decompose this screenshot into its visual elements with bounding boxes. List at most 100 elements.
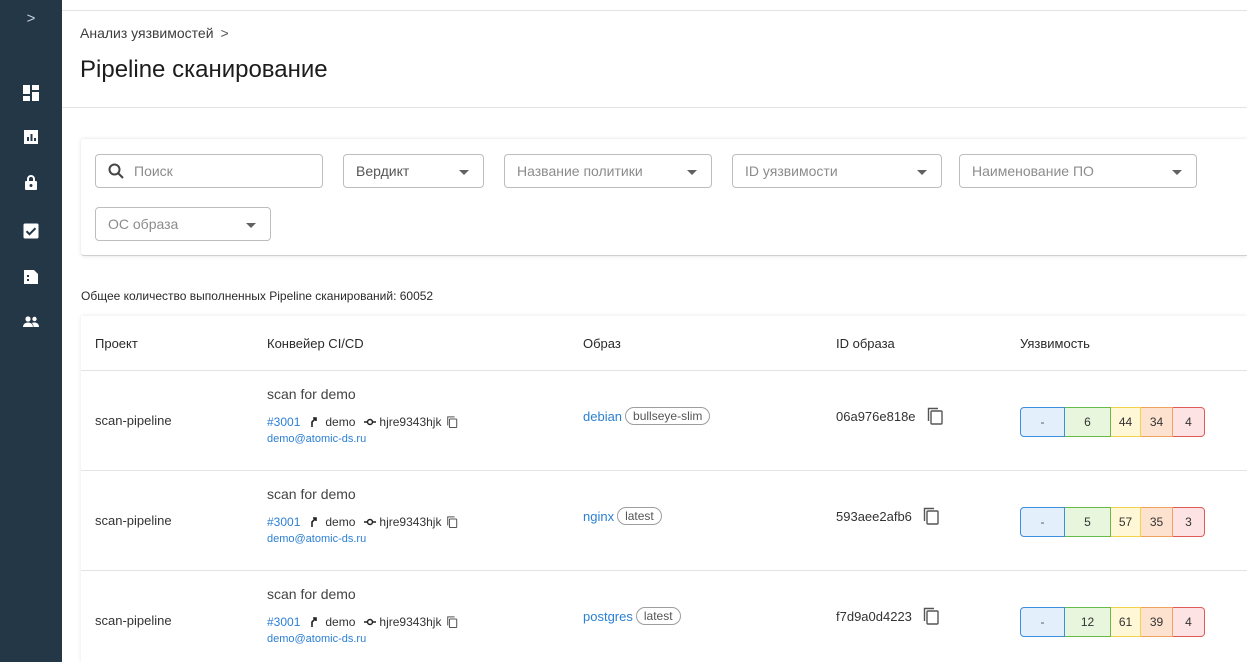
image-link[interactable]: debian	[583, 409, 622, 424]
commit-hash: hjre9343hjk	[379, 515, 442, 529]
image-os-label: ОС образа	[108, 216, 179, 232]
vulnerability-counts: - 5 57 35 3	[1020, 507, 1205, 537]
verdict-select[interactable]: Вердикт	[343, 154, 484, 188]
vuln-high-count: 34	[1141, 407, 1173, 437]
checkbox-icon[interactable]	[22, 222, 40, 240]
vuln-critical-count: 3	[1173, 507, 1205, 537]
image-cell: nginx latest	[583, 507, 662, 525]
total-count: Общее количество выполненных Pipeline ск…	[81, 289, 434, 303]
chevron-down-icon	[459, 170, 469, 175]
pipeline-email[interactable]: demo@atomic-ds.ru	[267, 433, 366, 445]
branch-icon	[311, 417, 318, 427]
image-tag: latest	[617, 507, 662, 525]
image-tag: bullseye-slim	[625, 407, 711, 425]
vuln-info-count: -	[1020, 607, 1065, 637]
pipeline-id-link[interactable]: #3001	[267, 615, 300, 629]
branch-name: demo	[325, 415, 356, 429]
vuln-critical-count: 4	[1173, 407, 1205, 437]
column-header-image[interactable]: Образ	[583, 336, 621, 351]
column-header-image-id[interactable]: ID образа	[836, 336, 895, 351]
page-header: Анализ уязвимостей > Pipeline сканировани…	[62, 11, 1247, 108]
project-cell: scan-pipeline	[95, 413, 172, 428]
policy-select[interactable]: Название политики	[504, 154, 712, 188]
chevron-right-icon[interactable]: >	[0, 0, 62, 52]
branch-name: demo	[325, 615, 356, 629]
branch-icon	[311, 617, 318, 627]
commit-hash: hjre9343hjk	[379, 615, 442, 629]
vuln-id-select[interactable]: ID уязвимости	[732, 154, 942, 188]
policy-label: Название политики	[517, 163, 643, 179]
vuln-info-count: -	[1020, 407, 1065, 437]
image-os-select[interactable]: ОС образа	[95, 207, 271, 241]
filters-panel: Поиск Вердикт Название политики ID уязви…	[81, 139, 1247, 256]
commit-icon	[364, 418, 377, 426]
chevron-down-icon	[687, 170, 697, 175]
image-link[interactable]: postgres	[583, 609, 633, 624]
software-select[interactable]: Наименование ПО	[959, 154, 1197, 188]
verdict-label: Вердикт	[356, 163, 410, 179]
pipeline-id-link[interactable]: #3001	[267, 415, 300, 429]
branch-icon	[311, 517, 318, 527]
search-placeholder: Поиск	[134, 163, 173, 179]
project-cell: scan-pipeline	[95, 513, 172, 528]
sidebar: >	[0, 0, 62, 662]
column-header-pipeline[interactable]: Конвейер CI/CD	[267, 336, 364, 351]
copy-icon[interactable]	[922, 507, 940, 525]
commit-icon	[364, 518, 377, 526]
vuln-medium-count: 61	[1111, 607, 1141, 637]
image-link[interactable]: nginx	[583, 509, 614, 524]
image-id: 593aee2afb6	[836, 508, 912, 524]
table-row[interactable]: scan-pipeline scan for demo #3001 demo h…	[81, 470, 1247, 570]
vuln-low-count: 5	[1065, 507, 1111, 537]
image-id: 06a976e818e	[836, 408, 916, 424]
vulnerability-counts: - 12 61 39 4	[1020, 607, 1205, 637]
users-icon[interactable]	[22, 313, 40, 331]
search-icon	[108, 163, 124, 179]
pipeline-details: #3001 demo hjre9343hjk	[267, 515, 458, 529]
pipeline-name: scan for demo	[267, 386, 356, 402]
chevron-down-icon	[917, 170, 927, 175]
copy-icon[interactable]	[446, 516, 458, 528]
search-input[interactable]: Поиск	[95, 154, 323, 188]
column-header-project[interactable]: Проект	[95, 336, 138, 351]
commit-hash: hjre9343hjk	[379, 415, 442, 429]
vuln-medium-count: 57	[1111, 507, 1141, 537]
pipeline-details: #3001 demo hjre9343hjk	[267, 615, 458, 629]
breadcrumb[interactable]: Анализ уязвимостей >	[80, 25, 229, 41]
pipeline-email[interactable]: demo@atomic-ds.ru	[267, 533, 366, 545]
vuln-info-count: -	[1020, 507, 1065, 537]
vuln-medium-count: 44	[1111, 407, 1141, 437]
table-row[interactable]: scan-pipeline scan for demo #3001 demo h…	[81, 570, 1247, 662]
pipeline-name: scan for demo	[267, 486, 356, 502]
vuln-low-count: 6	[1065, 407, 1111, 437]
copy-icon[interactable]	[926, 407, 944, 425]
lock-icon[interactable]	[22, 173, 40, 191]
breadcrumb-separator: >	[220, 25, 229, 41]
document-icon[interactable]	[22, 268, 40, 286]
scans-table: Проект Конвейер CI/CD Образ ID образа Уя…	[81, 316, 1247, 662]
pipeline-id-link[interactable]: #3001	[267, 515, 300, 529]
copy-icon[interactable]	[446, 416, 458, 428]
dashboard-icon[interactable]	[22, 84, 40, 102]
page-title: Pipeline сканирование	[80, 56, 328, 83]
table-row[interactable]: scan-pipeline scan for demo #3001 demo h…	[81, 370, 1247, 470]
image-cell: debian bullseye-slim	[583, 407, 711, 425]
chevron-down-icon	[246, 223, 256, 228]
breadcrumb-link[interactable]: Анализ уязвимостей	[80, 25, 214, 41]
image-cell: postgres latest	[583, 607, 681, 625]
column-header-vulnerability[interactable]: Уязвимость	[1020, 336, 1090, 351]
report-icon[interactable]	[22, 128, 40, 146]
copy-icon[interactable]	[446, 616, 458, 628]
software-label: Наименование ПО	[972, 163, 1094, 179]
pipeline-email[interactable]: demo@atomic-ds.ru	[267, 633, 366, 645]
copy-icon[interactable]	[922, 607, 940, 625]
vuln-high-count: 35	[1141, 507, 1173, 537]
branch-name: demo	[325, 515, 356, 529]
vuln-id-label: ID уязвимости	[745, 163, 838, 179]
project-cell: scan-pipeline	[95, 613, 172, 628]
image-id-cell: f7d9a0d4223	[836, 607, 940, 625]
vuln-high-count: 39	[1141, 607, 1173, 637]
image-id-cell: 06a976e818e	[836, 407, 944, 425]
vuln-low-count: 12	[1065, 607, 1111, 637]
image-id-cell: 593aee2afb6	[836, 507, 940, 525]
